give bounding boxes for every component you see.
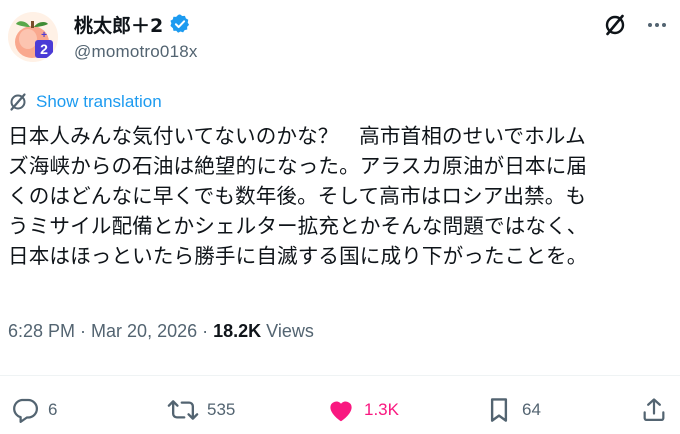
action-bar: 6 535 1.3K 64 <box>0 393 680 427</box>
share-icon <box>643 398 665 422</box>
avatar-badge-number: 2 <box>40 41 48 57</box>
tweet-text-line: 日本はほっといたら勝手に自滅する国に成り下がったことを。 <box>8 244 588 268</box>
author-name-row[interactable]: 桃太郎＋2 <box>74 10 191 38</box>
peach-avatar-icon: 2 + <box>8 12 58 62</box>
repost-button[interactable]: 535 <box>167 393 235 427</box>
tweet-text: 日本人みんな気付いてないのかな？ 高市首相のせいでホルム ズ海峡からの石油は絶望… <box>8 121 678 271</box>
tweet-date[interactable]: Mar 20, 2026 <box>91 321 197 342</box>
bookmark-button[interactable]: 64 <box>484 393 541 427</box>
like-button[interactable]: 1.3K <box>326 393 399 427</box>
tweet-text-line: くのはどんなに早くでも数年後。そして高市はロシア出禁。も <box>8 184 587 208</box>
repost-icon <box>167 400 199 420</box>
reply-icon <box>13 398 38 423</box>
tweet-text-line: ズ海峡からの石油は絶望的になった。アラスカ原油が日本に届 <box>8 154 588 178</box>
meta-separator: · <box>202 321 209 341</box>
views-label: Views <box>266 321 314 341</box>
svg-text:+: + <box>41 30 47 41</box>
show-translation-label[interactable]: Show translation <box>36 92 162 112</box>
meta-separator: · <box>80 321 87 341</box>
heart-filled-icon <box>330 401 352 422</box>
reply-count: 6 <box>48 400 58 419</box>
header-actions <box>602 12 670 38</box>
tweet-meta: 6:28 PM · Mar 20, 2026 · 18.2K Views <box>8 321 314 342</box>
author-display-name[interactable]: 桃太郎＋2 <box>74 11 163 38</box>
share-button[interactable] <box>640 393 668 427</box>
show-translation-link[interactable]: Show translation <box>8 92 162 112</box>
grok-translate-icon <box>10 93 26 111</box>
tweet-text-line: 日本人みんな気付いてないのかな？ 高市首相のせいでホルム <box>8 124 586 148</box>
bookmark-count: 64 <box>522 400 541 419</box>
avatar[interactable]: 2 + <box>8 12 58 62</box>
more-icon[interactable] <box>644 12 670 38</box>
tweet-time[interactable]: 6:28 PM <box>8 321 75 342</box>
author-handle[interactable]: @momotro018x <box>74 42 198 62</box>
reply-button[interactable]: 6 <box>10 393 57 427</box>
views-count[interactable]: 18.2K <box>213 321 261 342</box>
like-count: 1.3K <box>364 400 399 419</box>
verified-badge-icon[interactable] <box>169 13 191 35</box>
divider <box>0 375 680 376</box>
bookmark-icon <box>490 398 508 422</box>
grok-icon[interactable] <box>602 12 628 38</box>
tweet-text-line: うミサイル配備とかシェルター拡充とかそんな問題ではなく、 <box>8 214 588 238</box>
repost-count: 535 <box>207 400 236 419</box>
